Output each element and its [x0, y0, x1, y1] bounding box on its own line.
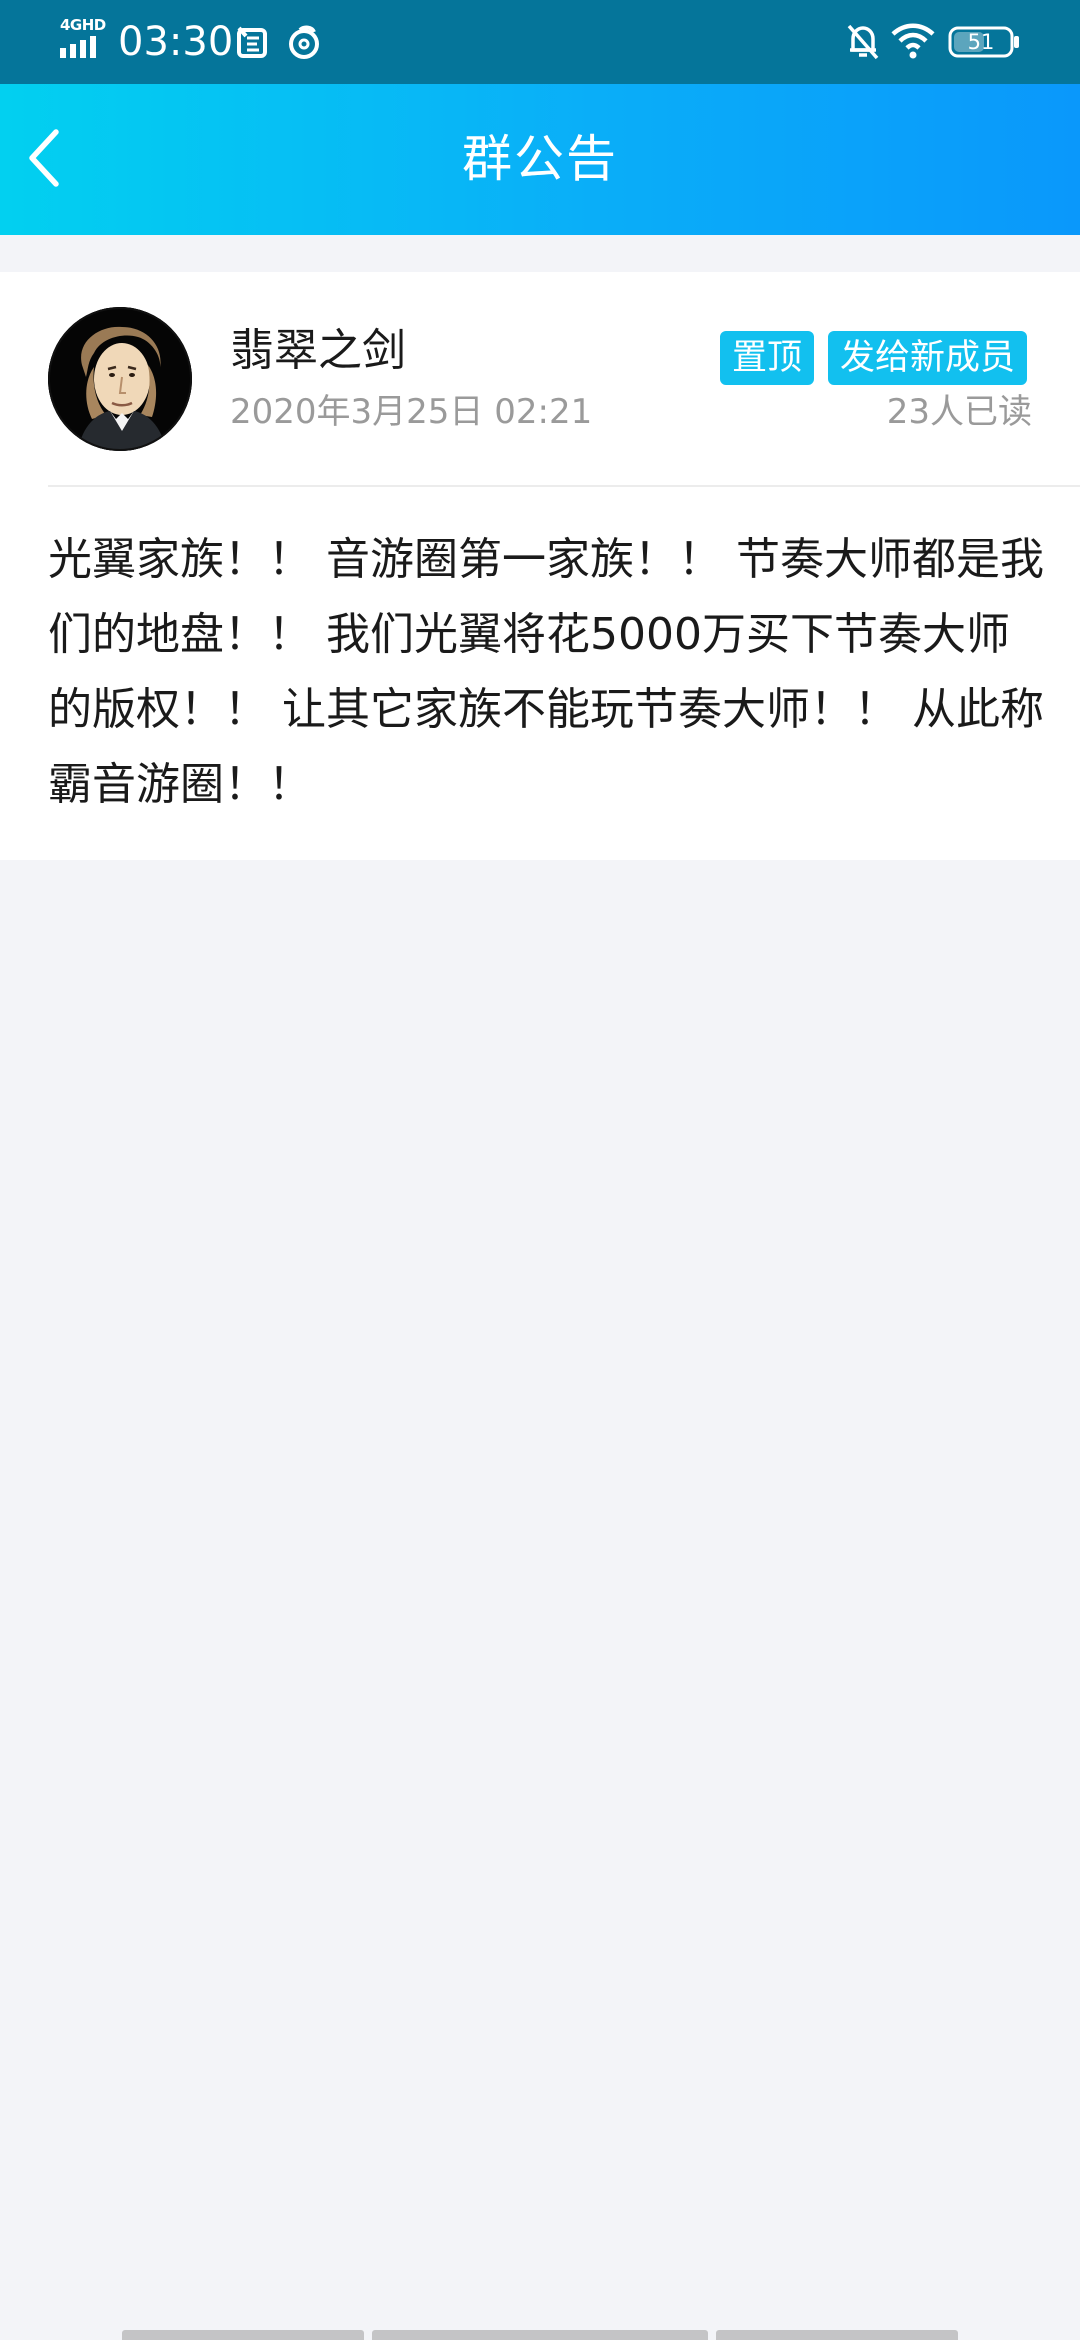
netease-music-icon — [289, 25, 319, 59]
app-notification-icon — [237, 26, 267, 58]
battery-level: 51 — [967, 30, 995, 54]
page-title: 群公告 — [462, 130, 618, 188]
status-time: 03:30 — [118, 19, 234, 65]
status-bar: 4GHD 03:30 51 — [0, 0, 1080, 84]
network-type-label: 4GHD — [60, 16, 106, 34]
divider — [48, 485, 1080, 487]
author-name[interactable]: 翡翠之剑 — [230, 322, 406, 380]
author-avatar[interactable] — [48, 307, 192, 451]
post-date: 2020年3月25日 02:21 — [230, 392, 593, 432]
announcement-content: 光翼家族！！ 音游圈第一家族！！ 节奏大师都是我们的地盘！！ 我们光翼将花500… — [48, 534, 1044, 810]
wifi-icon — [891, 23, 935, 59]
nav-gesture-bar-left[interactable] — [122, 2330, 364, 2340]
nav-gesture-bar-center[interactable] — [372, 2330, 708, 2340]
nav-gesture-bar-right[interactable] — [716, 2330, 958, 2340]
read-count[interactable]: 23人已读 — [887, 390, 1032, 434]
bell-muted-icon — [847, 24, 879, 60]
header-bar: 4GHD 03:30 51 群公告 — [0, 0, 1080, 235]
pinned-tag: 置顶 — [720, 331, 815, 385]
send-to-new-members-tag: 发给新成员 — [828, 331, 1028, 385]
